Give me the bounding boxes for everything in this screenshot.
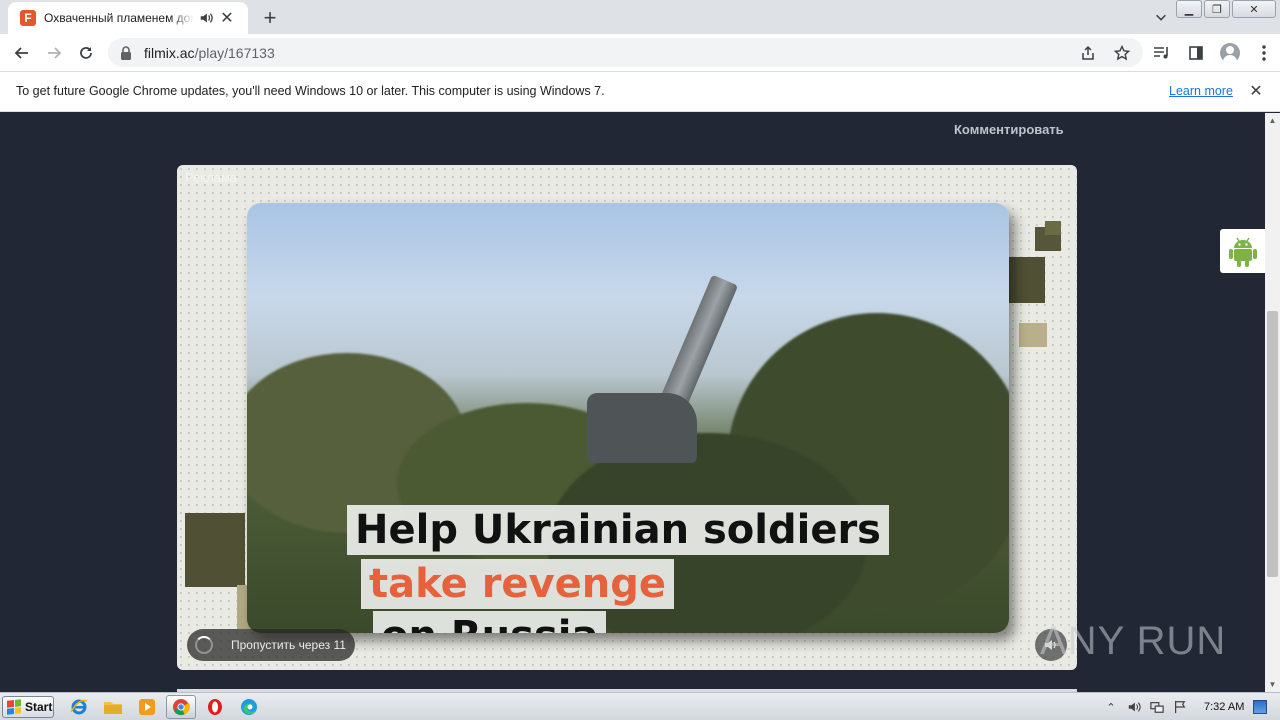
ad-video-frame: Help Ukrainian soldiers take revenge on … [247, 203, 1009, 633]
restore-button[interactable]: ❐ [1204, 0, 1230, 18]
reload-button[interactable] [72, 39, 100, 67]
scroll-up-arrow-icon[interactable]: ▲ [1265, 113, 1280, 128]
internet-explorer-icon[interactable] [64, 695, 94, 719]
scrollbar-thumb[interactable] [1267, 311, 1278, 577]
speaker-icon[interactable] [198, 10, 214, 26]
scroll-down-arrow-icon[interactable]: ▼ [1265, 677, 1280, 692]
infobar-message: To get future Google Chrome updates, you… [16, 84, 605, 98]
action-center-flag-icon[interactable] [1173, 700, 1187, 714]
reload-icon [80, 47, 92, 59]
arrow-left-icon [14, 47, 28, 59]
anyrun-watermark: ANY RUN [1040, 618, 1227, 663]
side-panel-icon[interactable] [1182, 39, 1210, 67]
edge-icon[interactable] [234, 695, 264, 719]
windows-logo-icon [7, 699, 21, 715]
taskbar-clock[interactable]: 7:32 AM [1204, 701, 1244, 713]
web-page: Комментировать Реклама Help Ukrainian so… [0, 113, 1265, 692]
window-controls: ▁ ❐ ✕ [1176, 0, 1276, 18]
windows-taskbar: Start ⌃ 7:32 AM [0, 692, 1280, 720]
back-button[interactable] [8, 39, 36, 67]
taskbar-apps [64, 695, 264, 719]
browser-toolbar: filmix.ac/play/167133 [0, 34, 1280, 72]
close-window-button[interactable]: ✕ [1232, 0, 1276, 18]
android-app-button[interactable] [1220, 229, 1265, 273]
tab-title: Охваченный пламенем дом Ma [44, 11, 194, 25]
profile-button[interactable] [1216, 39, 1244, 67]
skip-ad-button[interactable]: Пропустить через 11 [187, 629, 355, 661]
decor-pixel [1045, 221, 1061, 235]
decor-pixel [1019, 323, 1047, 347]
comment-link[interactable]: Комментировать [954, 122, 1064, 137]
minimize-button[interactable]: ▁ [1176, 0, 1202, 18]
network-icon[interactable] [1150, 700, 1164, 714]
share-icon[interactable] [1077, 42, 1099, 64]
new-tab-button[interactable]: + [258, 5, 282, 30]
system-tray: ⌃ 7:32 AM [1104, 693, 1268, 720]
filmix-favicon-icon: F [20, 10, 36, 26]
decor-pixel [185, 513, 245, 587]
lock-icon[interactable] [118, 45, 134, 61]
browser-tab[interactable]: F Охваченный пламенем дом Ma ✕ [8, 2, 248, 34]
close-infobar-icon[interactable]: ✕ [1247, 82, 1265, 100]
video-ad[interactable]: Реклама Help Ukrainian soldiers take rev… [177, 165, 1077, 670]
countdown-spinner-icon [195, 636, 213, 654]
ad-label: Реклама [185, 170, 238, 185]
howitzer-base [587, 393, 697, 463]
close-tab-icon[interactable]: ✕ [218, 9, 236, 27]
url-text: filmix.ac/play/167133 [144, 44, 275, 61]
arrow-right-icon [48, 47, 62, 59]
ad-caption-line2: take revenge [361, 559, 674, 609]
media-player-icon[interactable] [132, 695, 162, 719]
tab-strip: F Охваченный пламенем дом Ma ✕ + ▁ ❐ ✕ [0, 0, 1280, 34]
chrome-taskbar-icon[interactable] [166, 695, 196, 719]
opera-icon[interactable] [200, 695, 230, 719]
forward-button[interactable] [40, 39, 68, 67]
show-desktop-icon[interactable] [1253, 700, 1268, 714]
volume-icon[interactable] [1127, 700, 1141, 714]
page-scrollbar[interactable]: ▲ ▼ [1265, 113, 1280, 692]
avatar-icon [1220, 43, 1240, 63]
address-bar[interactable]: filmix.ac/play/167133 [108, 38, 1143, 67]
media-control-icon[interactable] [1148, 39, 1176, 67]
chevron-down-icon[interactable] [1150, 6, 1172, 28]
start-button[interactable]: Start [2, 696, 54, 718]
skip-ad-label: Пропустить через 11 [231, 638, 346, 652]
bookmark-star-icon[interactable] [1111, 42, 1133, 64]
file-explorer-icon[interactable] [98, 695, 128, 719]
android-icon [1228, 237, 1257, 267]
tray-expand-arrow-icon[interactable]: ⌃ [1104, 700, 1118, 714]
update-infobar: To get future Google Chrome updates, you… [0, 72, 1280, 112]
menu-kebab-icon[interactable] [1250, 39, 1278, 67]
learn-more-link[interactable]: Learn more [1169, 84, 1233, 98]
ad-caption-line1: Help Ukrainian soldiers [347, 505, 889, 555]
ad-caption-line3: on Russia [373, 611, 607, 633]
